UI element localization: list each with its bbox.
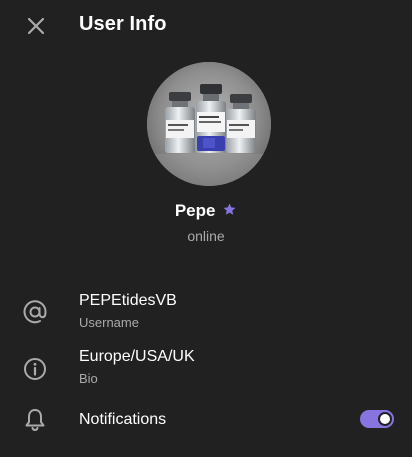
header: User Info	[0, 0, 412, 52]
avatar[interactable]	[147, 62, 271, 186]
profile-name-row: Pepe	[0, 201, 412, 221]
profile-status: online	[187, 228, 225, 244]
bio-label: Bio	[79, 371, 98, 386]
avatar-photo	[147, 62, 271, 186]
profile-name: Pepe	[174, 201, 216, 220]
bio-row[interactable]: Europe/USA/UK Bio	[0, 345, 412, 397]
user-info-panel: User Info Pepe online PEPEtidesVB Userna…	[0, 0, 412, 457]
notifications-toggle[interactable]	[360, 410, 394, 428]
notifications-row[interactable]: Notifications	[0, 398, 412, 450]
username-row[interactable]: PEPEtidesVB Username	[0, 289, 412, 341]
username-label: Username	[79, 315, 139, 330]
page-title: User Info	[79, 13, 167, 35]
notifications-label: Notifications	[79, 411, 167, 428]
bio-value: Europe/USA/UK	[79, 348, 195, 365]
info-icon	[24, 358, 46, 380]
close-icon	[27, 17, 45, 35]
toggle-knob	[378, 412, 392, 426]
bell-icon	[25, 409, 45, 432]
premium-star-icon	[223, 203, 236, 215]
at-icon	[23, 300, 47, 324]
username-value: PEPEtidesVB	[79, 292, 177, 309]
close-button[interactable]	[21, 11, 51, 41]
